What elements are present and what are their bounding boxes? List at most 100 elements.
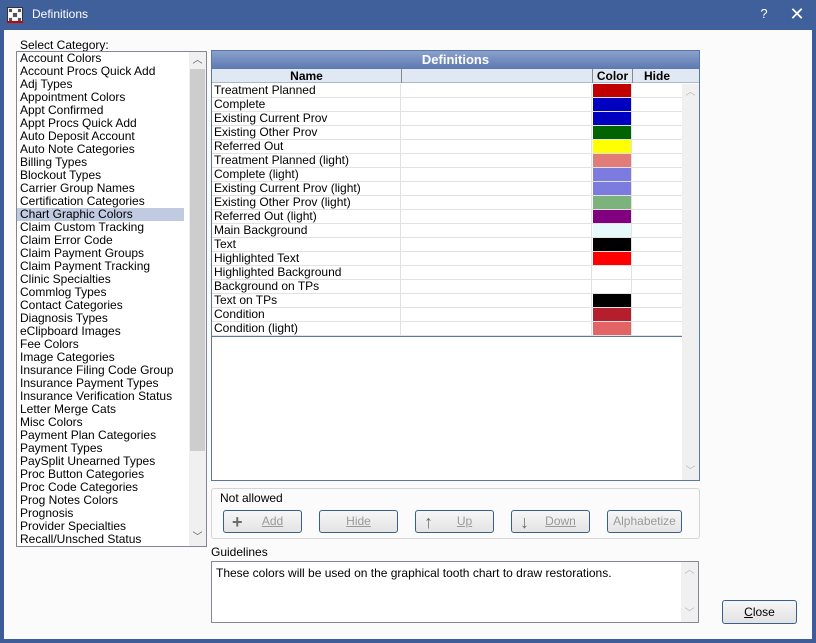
row-hide-cell — [633, 252, 681, 265]
table-row[interactable]: Text — [212, 238, 682, 252]
alphabetize-button[interactable]: Alphabetize — [607, 510, 682, 533]
table-row[interactable]: Treatment Planned (light) — [212, 154, 682, 168]
down-button[interactable]: ↓ Down — [511, 510, 590, 533]
dialog-body: Select Category: Account Colors Account P… — [4, 30, 812, 639]
table-row[interactable]: Complete — [212, 98, 682, 112]
category-scroll-thumb[interactable] — [190, 69, 205, 451]
row-color-swatch — [593, 224, 632, 237]
row-color-swatch — [593, 210, 632, 223]
close-button[interactable]: Close — [722, 600, 797, 624]
row-color-swatch — [593, 294, 632, 307]
scroll-down-icon[interactable]: ﹀ — [189, 529, 206, 546]
table-row[interactable]: Complete (light) — [212, 168, 682, 182]
row-hide-cell — [633, 308, 681, 321]
row-color-swatch — [593, 238, 632, 251]
row-hide-cell — [633, 238, 681, 251]
grid-scrollbar[interactable]: ︿ ﹀ — [682, 84, 699, 480]
row-blank-cell — [402, 238, 592, 251]
row-blank-cell — [402, 84, 592, 97]
row-hide-cell — [633, 168, 681, 181]
table-row[interactable]: Highlighted Background — [212, 266, 682, 280]
column-header-hide[interactable]: Hide — [633, 69, 681, 83]
row-blank-cell — [402, 280, 592, 293]
category-scrollbar[interactable]: ︿ ﹀ — [189, 52, 206, 546]
row-blank-cell — [402, 266, 592, 279]
row-blank-cell — [402, 98, 592, 111]
row-blank-cell — [402, 154, 592, 167]
table-row[interactable]: Referred Out — [212, 140, 682, 154]
category-item[interactable]: Recall/Unsched Status — [17, 533, 184, 546]
row-color-swatch — [593, 98, 632, 111]
guidelines-label: Guidelines — [211, 545, 268, 559]
app-grid-icon — [7, 7, 23, 23]
category-listbox[interactable]: Account Colors Account Procs Quick Add Adj… — [16, 51, 207, 547]
table-row[interactable]: Main Background — [212, 224, 682, 238]
row-hide-cell — [633, 98, 681, 111]
select-category-label: Select Category: — [20, 38, 109, 52]
table-row[interactable]: Existing Current Prov — [212, 112, 682, 126]
row-color-swatch — [593, 84, 632, 97]
row-name: Highlighted Background — [213, 266, 401, 279]
row-name: Existing Current Prov (light) — [213, 182, 401, 195]
row-name: Treatment Planned — [213, 84, 401, 97]
window-title: Definitions — [32, 7, 89, 21]
row-color-swatch — [593, 196, 632, 209]
table-row[interactable]: Referred Out (light) — [212, 210, 682, 224]
table-row[interactable]: Existing Other Prov (light) — [212, 196, 682, 210]
scroll-down-icon[interactable]: ﹀ — [682, 463, 699, 480]
row-color-swatch — [593, 182, 632, 195]
table-row[interactable]: Treatment Planned — [212, 84, 682, 98]
arrow-up-icon: ↑ — [424, 512, 433, 532]
row-name: Existing Current Prov — [213, 112, 401, 125]
row-hide-cell — [633, 280, 681, 293]
guidelines-textbox[interactable]: These colors will be used on the graphic… — [211, 561, 699, 623]
grid-header: Name Color Hide — [212, 69, 699, 83]
not-allowed-label: Not allowed — [220, 491, 283, 505]
column-header-name[interactable]: Name — [212, 69, 402, 83]
row-hide-cell — [633, 126, 681, 139]
scroll-up-icon[interactable]: ︿ — [189, 52, 206, 69]
window-close-button[interactable]: ✕ — [786, 3, 808, 25]
hide-label: Hide — [346, 514, 371, 528]
row-color-swatch — [593, 322, 632, 335]
column-header-blank[interactable] — [402, 69, 593, 83]
row-name: Text — [213, 238, 401, 251]
row-color-swatch — [593, 126, 632, 139]
table-row[interactable]: Background on TPs — [212, 280, 682, 294]
table-row[interactable]: Existing Other Prov — [212, 126, 682, 140]
grid-rows-end-line — [212, 336, 682, 337]
help-button[interactable]: ? — [756, 6, 772, 24]
row-blank-cell — [402, 294, 592, 307]
table-row[interactable]: Highlighted Text — [212, 252, 682, 266]
guidelines-text: These colors will be used on the graphic… — [216, 566, 612, 580]
table-row[interactable]: Existing Current Prov (light) — [212, 182, 682, 196]
table-row[interactable]: Condition — [212, 308, 682, 322]
up-button[interactable]: ↑ Up — [415, 510, 494, 533]
definitions-window: Definitions ? ✕ Select Category: Account… — [0, 0, 816, 643]
down-label: Down — [545, 514, 576, 528]
grid-title: Definitions — [212, 51, 699, 69]
row-hide-cell — [633, 210, 681, 223]
row-color-swatch — [593, 112, 632, 125]
scroll-down-icon[interactable]: ﹀ — [681, 605, 698, 622]
column-header-color[interactable]: Color — [593, 69, 633, 83]
guidelines-scrollbar[interactable]: ︿ ﹀ — [681, 562, 698, 622]
scroll-up-icon[interactable]: ︿ — [682, 84, 699, 101]
arrow-down-icon: ↓ — [520, 512, 529, 532]
row-name: Existing Other Prov (light) — [213, 196, 401, 209]
row-hide-cell — [633, 154, 681, 167]
row-color-swatch — [593, 154, 632, 167]
row-blank-cell — [402, 112, 592, 125]
table-row[interactable]: Text on TPs — [212, 294, 682, 308]
row-blank-cell — [402, 224, 592, 237]
table-row[interactable]: Condition (light) — [212, 322, 682, 336]
add-button[interactable]: + Add — [223, 510, 302, 533]
row-blank-cell — [402, 126, 592, 139]
hide-button[interactable]: Hide — [319, 510, 398, 533]
scroll-up-icon[interactable]: ︿ — [681, 562, 698, 579]
row-name: Complete (light) — [213, 168, 401, 181]
row-blank-cell — [402, 182, 592, 195]
row-blank-cell — [402, 322, 592, 335]
row-name: Main Background — [213, 224, 401, 237]
row-blank-cell — [402, 308, 592, 321]
